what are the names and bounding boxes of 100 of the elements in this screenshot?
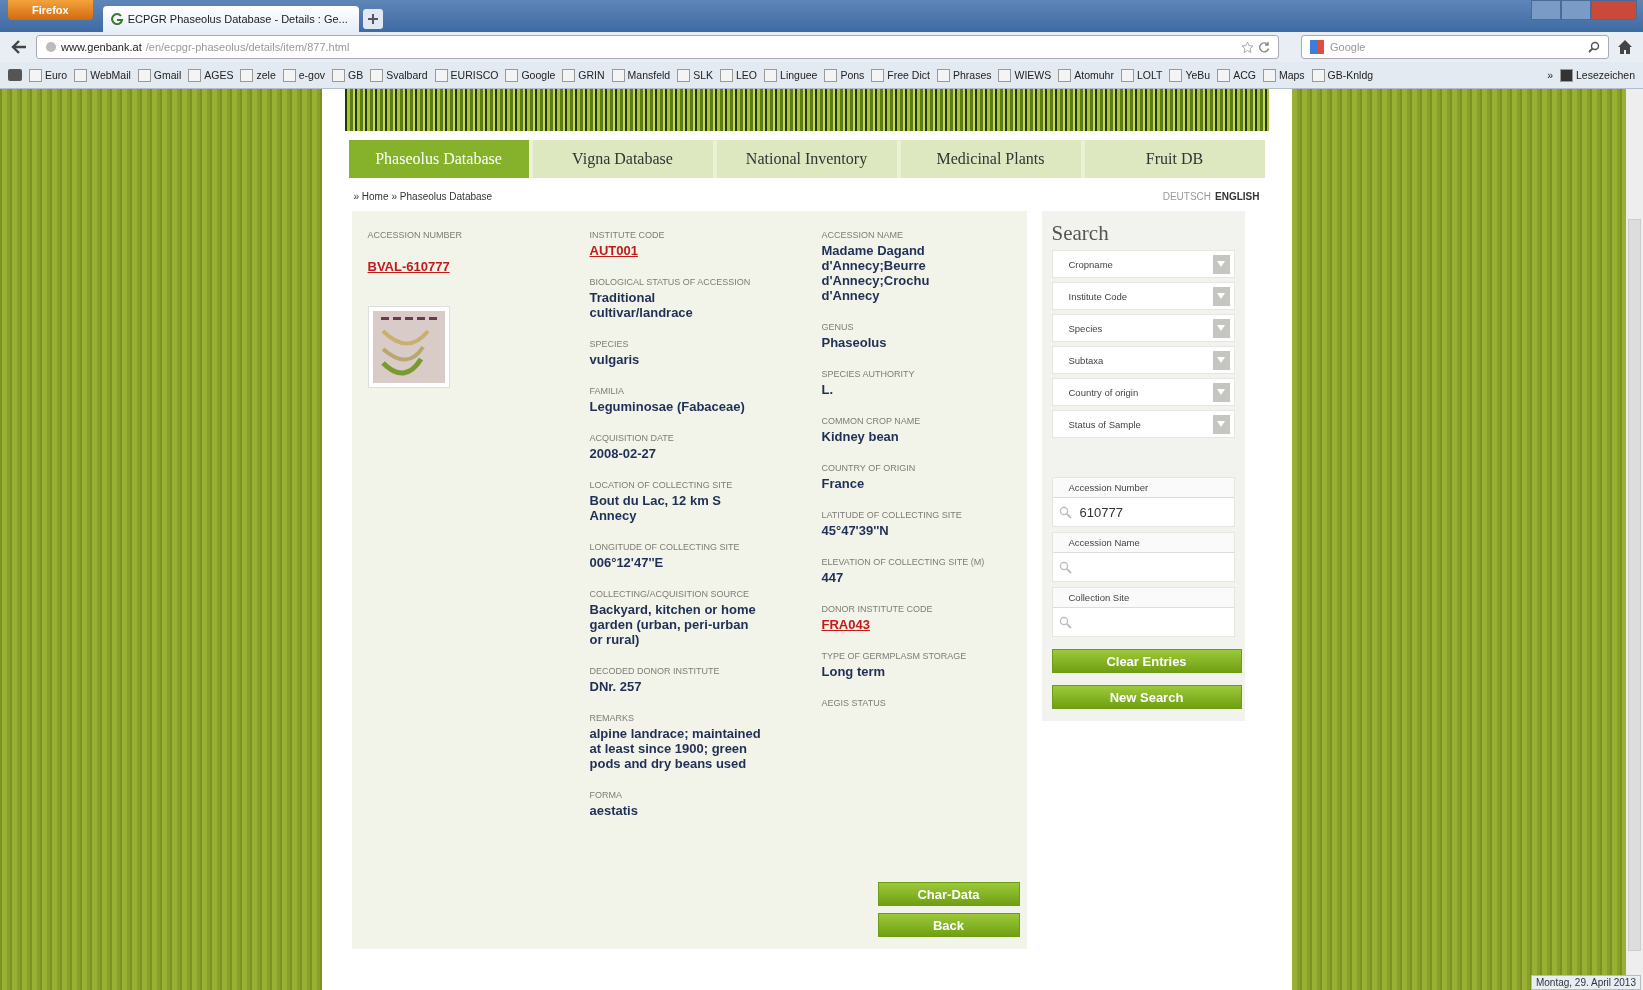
- window-controls[interactable]: [1531, 0, 1637, 20]
- new-tab-button[interactable]: [362, 9, 383, 29]
- field-value: Phaseolus: [821, 335, 888, 350]
- field-value: Traditional cultivar/landrace: [589, 290, 694, 320]
- field-label: LOCATION OF COLLECTING SITE: [589, 479, 734, 492]
- bookmark-link[interactable]: ACG: [1217, 68, 1256, 82]
- nav-tab[interactable]: Medicinal Plants: [900, 140, 1081, 178]
- field-value: L.: [821, 382, 835, 397]
- field-label: TYPE OF GERMPLASM STORAGE: [821, 650, 968, 663]
- field-value: Leguminosae (Fabaceae): [589, 399, 746, 414]
- field-label: COLLECTING/ACQUISITION SOURCE: [589, 588, 751, 601]
- language-link[interactable]: ENGLISH: [1215, 191, 1260, 202]
- search-icon: [1058, 615, 1072, 629]
- field-value: 447: [821, 570, 845, 585]
- search-icon[interactable]: [1588, 41, 1600, 53]
- bookmark-link[interactable]: Google: [505, 68, 556, 82]
- bookmark-link[interactable]: LOLT: [1120, 68, 1163, 82]
- field-label: COMMON CROP NAME: [821, 415, 922, 428]
- field-value: France: [821, 476, 866, 491]
- nav-tab[interactable]: National Inventory: [716, 140, 897, 178]
- date-display: Montag, 29. April 2013: [1530, 975, 1641, 990]
- bookmark-link[interactable]: AGES: [188, 68, 234, 82]
- bookmark-link[interactable]: YeBu: [1169, 68, 1211, 82]
- field-value: Madame Dagand d'Annecy;Beurre d'Annecy;Crochu d'Annecy: [821, 243, 931, 303]
- bookmark-link[interactable]: GRIN: [562, 68, 605, 82]
- bookmark-link[interactable]: e-gov: [282, 68, 325, 82]
- field-value: 45°47'39''N: [821, 523, 890, 538]
- field-label: SPECIES: [589, 338, 630, 351]
- bookmark-link[interactable]: Atomuhr: [1058, 68, 1114, 82]
- bookmark-link[interactable]: Euro: [29, 68, 68, 82]
- star-icon[interactable]: [1241, 40, 1254, 54]
- nav-tab[interactable]: Fruit DB: [1084, 140, 1265, 178]
- back-arrow-icon[interactable]: [10, 39, 28, 55]
- field-label: Collection Site: [1052, 588, 1234, 608]
- bookmark-link[interactable]: Mansfeld: [611, 68, 671, 82]
- code-link[interactable]: AUT001: [589, 243, 638, 258]
- dropdown[interactable]: Status of Sample: [1051, 410, 1235, 438]
- field-label: FAMILIA: [589, 385, 625, 398]
- code-link[interactable]: FRA043: [821, 617, 870, 632]
- field-label: INSTITUTE CODE: [589, 229, 666, 242]
- field-label: GENUS: [821, 321, 855, 334]
- field-value: alpine landrace; maintained at least since 1900; green pods and dry beans used: [589, 726, 762, 771]
- search-title: Search: [1051, 221, 1110, 246]
- globe-icon: [45, 41, 57, 53]
- bookmark-link[interactable]: GB-Knldg: [1311, 68, 1374, 82]
- address-field[interactable]: www.genbank.at /en/ecpgr-phaseolus/details/item/877.html: [36, 35, 1279, 59]
- bookmark-link[interactable]: Phrases: [936, 68, 992, 82]
- bookmark-link[interactable]: Linguee: [764, 68, 818, 82]
- accession-link[interactable]: BVAL-610777: [367, 259, 450, 274]
- nav-tab[interactable]: Vigna Database: [532, 140, 713, 178]
- field-value: Bout du Lac, 12 km S Annecy: [589, 493, 722, 523]
- field-label: AEGIS STATUS: [821, 697, 887, 710]
- search-input[interactable]: 610777: [1052, 498, 1234, 526]
- field-value: Kidney bean: [821, 429, 900, 444]
- bookmark-link[interactable]: EURISCO: [434, 68, 499, 82]
- bookmark-link[interactable]: LEO: [720, 68, 758, 82]
- field-label: DECODED DONOR INSTITUTE: [589, 665, 721, 678]
- bean-pods-thumbnail[interactable]: [367, 306, 450, 388]
- bookmarks-menu[interactable]: Lesezeichen: [1560, 68, 1635, 82]
- field-label: LONGITUDE OF COLLECTING SITE: [589, 541, 741, 554]
- breadcrumb-link[interactable]: » Phaseolus Database: [391, 191, 493, 202]
- bookmark-link[interactable]: GB: [332, 68, 364, 82]
- dropdown[interactable]: Species: [1051, 314, 1235, 342]
- field-label: ACCESSION NUMBER: [367, 229, 463, 242]
- bookmark-link[interactable]: Svalbard: [370, 68, 428, 82]
- dropdown[interactable]: Subtaxa: [1051, 346, 1235, 374]
- field-label: ACQUISITION DATE: [589, 432, 675, 445]
- browser-tab[interactable]: ECPGR Phaseolus Database - Details : Ge...: [102, 6, 359, 32]
- field-label: COUNTRY OF ORIGIN: [821, 462, 917, 475]
- overflow-chevron[interactable]: »: [1547, 69, 1554, 81]
- search-icon: [1058, 505, 1072, 519]
- dropdown[interactable]: Country of origin: [1051, 378, 1235, 406]
- field-value: Long term: [821, 664, 887, 679]
- field-label: ELEVATION OF COLLECTING SITE (M): [821, 556, 986, 569]
- reload-icon[interactable]: [1258, 41, 1270, 53]
- field-value: Backyard, kitchen or home garden (urban, peri-urban or rural): [589, 602, 757, 647]
- favicon-icon: [110, 13, 123, 25]
- bookmark-link[interactable]: Pons: [824, 68, 865, 82]
- dropdown[interactable]: Cropname: [1051, 250, 1235, 278]
- bookmark-link[interactable]: Maps: [1262, 68, 1305, 82]
- bookmark-link[interactable]: Gmail: [137, 68, 182, 82]
- dropdown[interactable]: Institute Code: [1051, 282, 1235, 310]
- field-label: Accession Number: [1052, 478, 1234, 498]
- search-icon: [1058, 560, 1072, 574]
- home-icon[interactable]: [1617, 39, 1633, 55]
- field-label: Accession Name: [1052, 533, 1234, 553]
- bookmark-link[interactable]: SLK: [677, 68, 714, 82]
- plus-icon: [366, 13, 379, 25]
- field-value: DNr. 257: [589, 679, 643, 694]
- bookmark-link[interactable]: WIEWS: [998, 68, 1052, 82]
- field-value: 2008-02-27: [589, 446, 657, 461]
- field-label: LATITUDE OF COLLECTING SITE: [821, 509, 963, 522]
- field-label: ACCESSION NAME: [821, 229, 904, 242]
- breadcrumb-link[interactable]: » Home: [353, 191, 389, 202]
- bookmark-link[interactable]: WebMail: [74, 68, 131, 82]
- field-value: vulgaris: [589, 352, 641, 367]
- bookmark-link[interactable]: zele: [240, 68, 276, 82]
- field-label: SPECIES AUTHORITY: [821, 368, 916, 381]
- bookmark-link[interactable]: Free Dict: [871, 68, 930, 82]
- field-label: FORMA: [589, 789, 623, 802]
